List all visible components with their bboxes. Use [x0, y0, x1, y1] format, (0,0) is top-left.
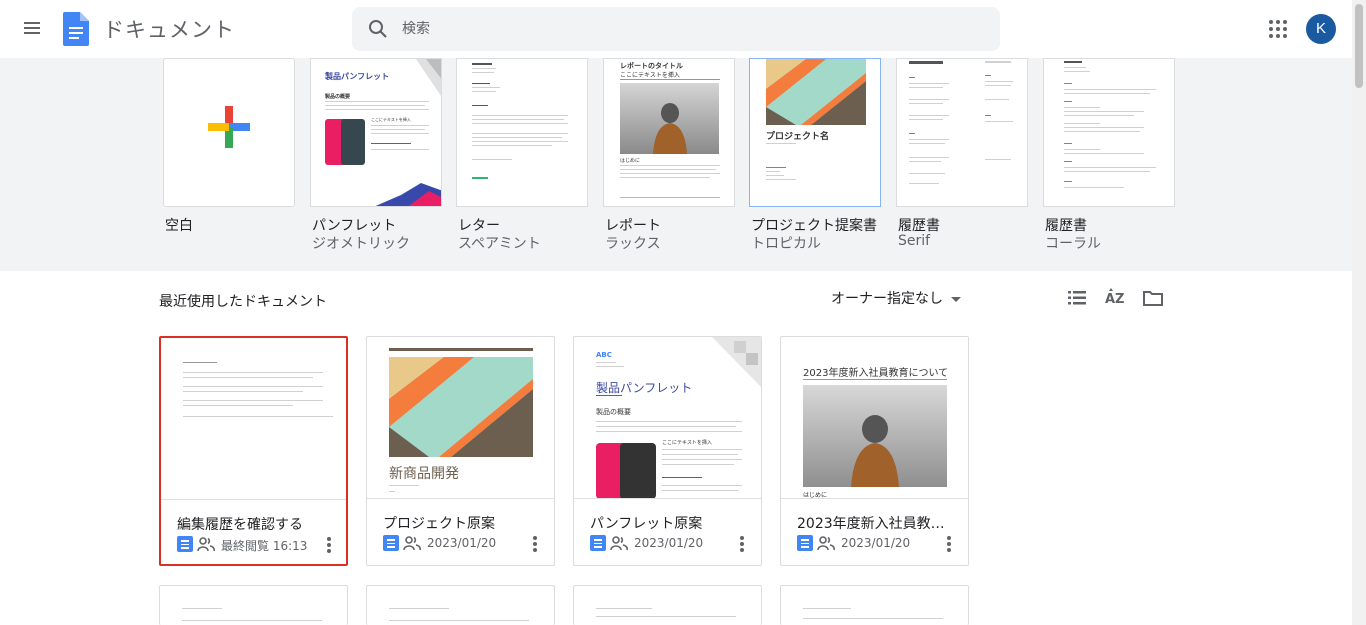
template-thumbnail[interactable]: プロジェクト名 [749, 58, 881, 207]
more-options-icon[interactable] [946, 535, 952, 553]
search-bar[interactable] [352, 7, 1000, 51]
template-name: レター [458, 218, 500, 234]
list-view-icon[interactable] [1065, 286, 1089, 310]
preview-title: 製品パンフレット [596, 381, 693, 395]
document-card[interactable] [573, 585, 762, 625]
document-card[interactable] [159, 585, 348, 625]
document-preview: 新商品開発 [367, 337, 554, 499]
tropical-shapes [766, 59, 866, 125]
document-card[interactable] [780, 585, 969, 625]
document-date: 2023/01/20 [634, 536, 704, 550]
thumb-callout: ここにテキストを挿入 [371, 117, 411, 122]
owner-filter-dropdown[interactable]: オーナー指定なし [831, 288, 961, 308]
doc-type-icon [797, 535, 813, 551]
scrollbar-thumb[interactable] [1355, 4, 1363, 88]
search-icon[interactable] [366, 17, 390, 41]
geometric-decoration [416, 59, 441, 97]
preview-photo [803, 385, 947, 487]
document-preview [161, 338, 346, 500]
template-subname: コーラル [1045, 236, 1101, 252]
caret-down-icon [951, 296, 961, 302]
document-title: パンフレット原案 [590, 516, 703, 532]
template-subname: スペアミント [458, 236, 541, 252]
preview-callout: ここにテキストを挿入 [662, 440, 712, 446]
shared-icon [610, 536, 628, 551]
more-options-icon[interactable] [739, 535, 745, 553]
preview-title: 新商品開発 [389, 466, 459, 482]
preview-section: はじめに [803, 492, 828, 499]
app-title[interactable]: ドキュメント [103, 14, 235, 44]
apps-grid-icon[interactable] [1266, 17, 1290, 41]
template-subname: ジオメトリック [312, 236, 410, 252]
thumb-subtitle: 製品の概要 [325, 94, 351, 100]
template-name: 空白 [165, 218, 193, 234]
document-card[interactable]: 新商品開発 プロジェクト原案 2023/01/20 [366, 336, 555, 566]
thumb-title: プロジェクト名 [766, 132, 830, 142]
template-thumbnail[interactable] [1043, 58, 1175, 207]
thumb-section: はじめに [620, 158, 641, 164]
document-preview: ABC 製品パンフレット 製品の概要 ここにテキストを挿入 [574, 337, 761, 499]
document-date: 2023/01/20 [841, 536, 911, 550]
template-name: プロジェクト提案書 [751, 218, 877, 234]
template-thumbnail[interactable]: レポートのタイトル ここにテキストを挿入 はじめに [603, 58, 735, 207]
svg-text:AZ: AZ [1105, 292, 1125, 307]
thumb-subtitle: ここにテキストを挿入 [620, 72, 680, 79]
more-options-icon[interactable] [532, 535, 538, 553]
preview-brand: ABC [596, 351, 612, 359]
template-subname: トロピカル [751, 236, 821, 252]
template-thumbnail[interactable]: 製品パンフレット 製品の概要 ここにテキストを挿入 [310, 58, 442, 207]
template-thumbnail[interactable] [456, 58, 588, 207]
document-card[interactable]: 編集履歴を確認する 最終閲覧 16:13 [159, 336, 348, 566]
document-meta: 2023/01/20 [797, 535, 962, 553]
shared-icon [403, 536, 421, 551]
document-card[interactable]: ABC 製品パンフレット 製品の概要 ここにテキストを挿入 パンフレット原案 2… [573, 336, 762, 566]
geometric-decoration [712, 337, 761, 387]
owner-filter-label: オーナー指定なし [831, 291, 943, 307]
main-menu-icon[interactable] [18, 14, 46, 42]
template-name: レポート [605, 218, 661, 234]
preview-subtitle: 製品の概要 [596, 408, 631, 416]
thumb-title: 製品パンフレット [325, 72, 390, 81]
document-meta: 2023/01/20 [383, 535, 548, 553]
doc-type-icon [590, 535, 606, 551]
template-subname: ラックス [605, 236, 661, 252]
document-title: プロジェクト原案 [383, 516, 495, 532]
template-name: パンフレット [312, 218, 397, 234]
doc-type-icon [383, 535, 399, 551]
document-title: 2023年度新入社員教育に... [797, 516, 957, 532]
preview-title: 2023年度新入社員教育について [803, 368, 949, 379]
recent-documents-heading: 最近使用したドキュメント [159, 294, 327, 310]
page-scrollbar[interactable] [1352, 0, 1366, 625]
doc-type-icon [177, 536, 193, 552]
more-options-icon[interactable] [326, 536, 332, 554]
docs-logo-icon[interactable] [63, 12, 89, 46]
template-thumbnail[interactable] [163, 58, 295, 207]
document-date: 最終閲覧 16:13 [221, 539, 308, 553]
document-preview: 2023年度新入社員教育について はじめに [781, 337, 968, 499]
document-card[interactable] [366, 585, 555, 625]
template-gallery: 空白 製品パンフレット 製品の概要 ここにテキストを挿入 パンフレット ジオメト… [0, 58, 1352, 271]
document-date: 2023/01/20 [427, 536, 497, 550]
report-photo [620, 83, 719, 154]
tropical-shapes [389, 357, 533, 457]
plus-icon [208, 106, 250, 148]
template-subname: Serif [898, 233, 931, 249]
template-name: 履歴書 [898, 218, 940, 234]
template-name: 履歴書 [1045, 218, 1087, 234]
document-meta: 2023/01/20 [590, 535, 755, 553]
template-thumbnail[interactable] [896, 58, 1028, 207]
avatar[interactable]: K [1306, 14, 1336, 44]
document-card[interactable]: 2023年度新入社員教育について はじめに 2023年度新入社員教育に... 2… [780, 336, 969, 566]
shared-icon [817, 536, 835, 551]
document-meta: 最終閲覧 16:13 [177, 536, 342, 554]
shared-icon [197, 537, 215, 552]
search-input[interactable] [402, 15, 982, 43]
document-title: 編集履歴を確認する [177, 517, 303, 533]
sort-az-icon[interactable]: AZ [1103, 286, 1127, 310]
top-bar: ドキュメント K [0, 0, 1366, 58]
folder-icon[interactable] [1141, 286, 1165, 310]
